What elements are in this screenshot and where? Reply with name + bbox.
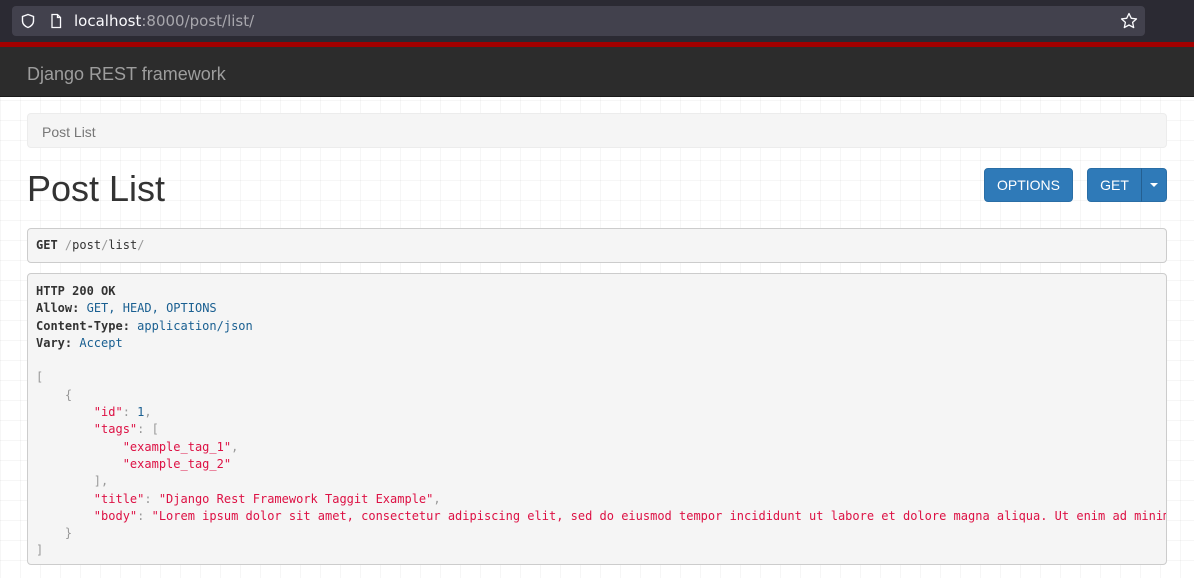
header-value: Accept <box>79 335 123 350</box>
get-format-dropdown-button[interactable] <box>1141 168 1167 202</box>
bookmark-star-icon[interactable] <box>1119 11 1139 31</box>
breadcrumb: Post List <box>27 113 1167 148</box>
header-name: Allow: <box>36 301 80 316</box>
caret-down-icon <box>1150 183 1158 187</box>
request-info: GET /post/list/ <box>27 228 1167 263</box>
json-value: "Lorem ipsum dolor sit amet, consectetur… <box>151 508 1167 523</box>
browser-toolbar: localhost:8000/post/list/ <box>0 0 1194 42</box>
response-content: HTTP 200 OK Allow: GET, HEAD, OPTIONS Co… <box>36 283 1167 560</box>
request-line: GET /post/list/ <box>36 238 145 252</box>
header-value: application/json <box>137 318 253 333</box>
response-info: HTTP 200 OK Allow: GET, HEAD, OPTIONS Co… <box>27 273 1167 565</box>
page-title: Post List <box>27 168 166 209</box>
request-method: GET <box>36 238 58 252</box>
json-key: "body" <box>93 508 138 523</box>
address-bar[interactable]: localhost:8000/post/list/ <box>12 6 1145 36</box>
json-key: "tags" <box>93 422 138 437</box>
header-name: Content-Type: <box>36 318 130 333</box>
json-key: "title" <box>93 491 145 506</box>
url-text[interactable]: localhost:8000/post/list/ <box>74 12 254 30</box>
navbar: Django REST framework <box>0 47 1194 97</box>
url-host: localhost <box>74 12 142 30</box>
json-value: "example_tag_2" <box>122 456 232 471</box>
url-path: :8000/post/list/ <box>141 12 255 30</box>
navbar-brand[interactable]: Django REST framework <box>27 64 226 85</box>
json-value: "example_tag_1" <box>122 439 232 454</box>
response-status: HTTP 200 OK <box>36 284 116 298</box>
header-value: GET, HEAD, OPTIONS <box>86 301 217 316</box>
get-button[interactable]: GET <box>1087 168 1142 202</box>
json-key: "id" <box>93 405 123 420</box>
json-value: "Django Rest Framework Taggit Example" <box>158 491 434 506</box>
options-button[interactable]: OPTIONS <box>984 168 1073 202</box>
header-name: Vary: <box>36 335 73 350</box>
breadcrumb-item-post-list: Post List <box>42 124 96 140</box>
shield-icon[interactable] <box>20 13 36 29</box>
page-icon[interactable] <box>48 13 64 29</box>
